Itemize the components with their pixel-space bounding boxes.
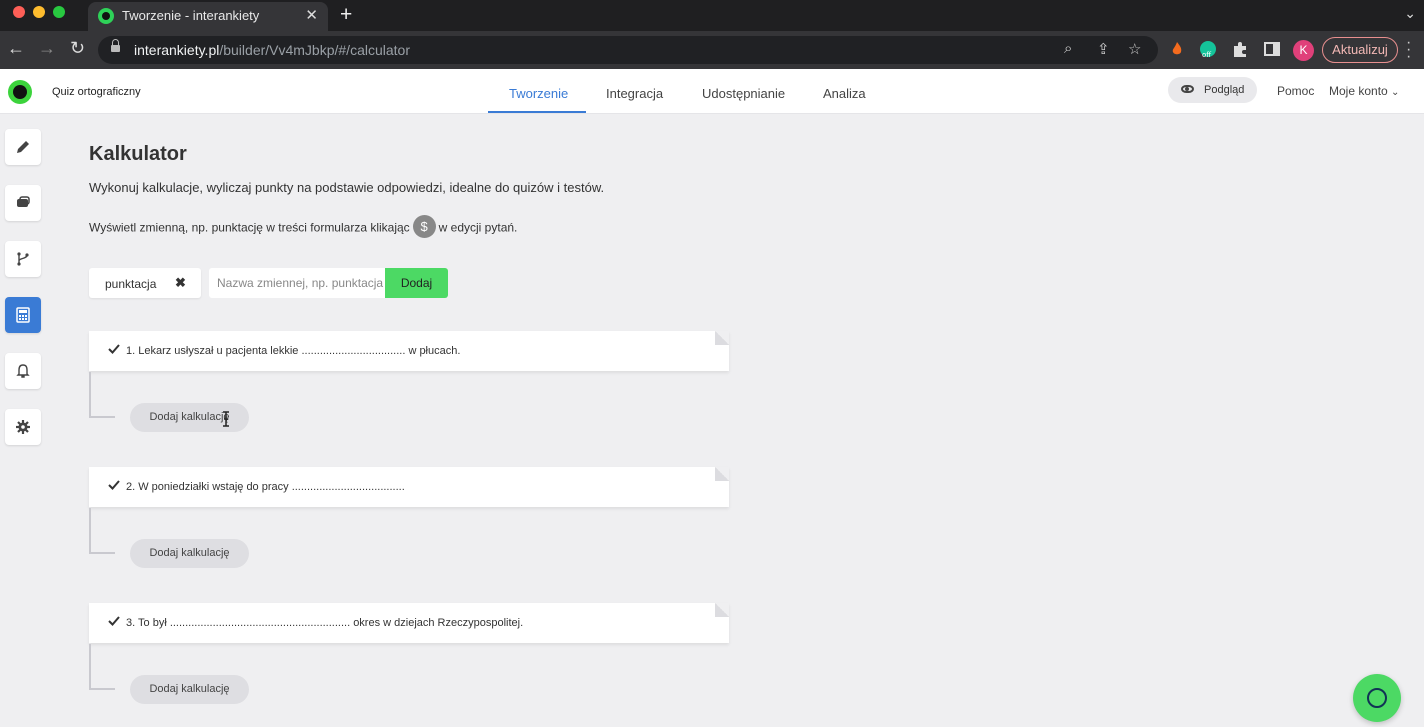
- card-fold-corner: [715, 331, 729, 345]
- tab-favicon-icon: [98, 8, 114, 24]
- question-text: 3. To był ..............................…: [126, 617, 524, 629]
- question-card[interactable]: 1. Lekarz usłyszał u pacjenta lekkie ...…: [89, 331, 729, 371]
- minimize-window-button[interactable]: [33, 6, 45, 18]
- tree-connector: [89, 508, 115, 554]
- extension-grammarly-icon[interactable]: off: [1199, 40, 1217, 58]
- page-title: Kalkulator: [89, 143, 187, 165]
- close-tab-icon[interactable]: ✕: [305, 6, 318, 24]
- gear-icon: [16, 420, 30, 434]
- card-fold-corner: [715, 603, 729, 617]
- card-fold-corner: [715, 467, 729, 481]
- hint-text-after: w edycji pytań.: [438, 220, 518, 235]
- text-cursor-icon: [223, 411, 229, 427]
- app-header: Quiz ortograficzny Tworzenie Integracja …: [0, 69, 1424, 114]
- browser-toolbar: ← → ↻ interankiety.pl/builder/Vv4mJbkp/#…: [0, 31, 1424, 69]
- tree-connector: [89, 372, 115, 418]
- question-card[interactable]: 3. To był ..............................…: [89, 603, 729, 643]
- sidebar-item-messages[interactable]: [5, 185, 41, 221]
- add-variable-button[interactable]: Dodaj: [385, 268, 448, 298]
- new-tab-icon[interactable]: +: [340, 3, 352, 27]
- add-calculation-button[interactable]: Dodaj kalkulację: [130, 539, 249, 568]
- chevron-down-icon: ⌄: [1391, 87, 1400, 98]
- question-text: 2. W poniedziałki wstaję do pracy ......…: [126, 481, 405, 493]
- back-icon[interactable]: ←: [7, 38, 25, 59]
- branch-icon: [17, 252, 29, 266]
- add-calculation-button[interactable]: Dodaj kalkulację: [130, 403, 249, 432]
- address-bar[interactable]: interankiety.pl/builder/Vv4mJbkp/#/calcu…: [98, 36, 1158, 64]
- tree-connector: [89, 644, 115, 690]
- svg-text:off: off: [1202, 51, 1211, 58]
- update-button[interactable]: Aktualizuj: [1322, 37, 1398, 63]
- variable-hint: Wyświetl zmienną, np. punktację w treści…: [89, 215, 518, 238]
- check-icon: [108, 480, 120, 490]
- add-calculation-button[interactable]: Dodaj kalkulację: [130, 675, 249, 704]
- sidebar-item-notifications[interactable]: [5, 353, 41, 389]
- side-panel-icon[interactable]: [1263, 40, 1281, 58]
- reload-icon[interactable]: ↻: [70, 38, 85, 59]
- sidebar-item-edit[interactable]: [5, 129, 41, 165]
- preview-label: Podgląd: [1204, 84, 1245, 96]
- variable-name-input[interactable]: [209, 268, 389, 298]
- url-text: interankiety.pl/builder/Vv4mJbkp/#/calcu…: [134, 42, 410, 58]
- tab-title: Tworzenie - interankiety: [122, 8, 260, 23]
- account-menu[interactable]: Moje konto ⌄: [1329, 84, 1399, 98]
- profile-avatar[interactable]: K: [1293, 40, 1314, 61]
- active-tab-underline: [488, 111, 586, 113]
- close-window-button[interactable]: [13, 6, 25, 18]
- eye-icon: [1181, 85, 1194, 93]
- hint-text-before: Wyświetl zmienną, np. punktację w treści…: [89, 220, 410, 235]
- check-icon: [108, 616, 120, 626]
- tab-analiza[interactable]: Analiza: [823, 86, 866, 101]
- dollar-icon: $: [412, 215, 436, 238]
- sidebar-item-settings[interactable]: [5, 409, 41, 445]
- tab-tworzenie[interactable]: Tworzenie: [509, 86, 568, 101]
- check-icon: [108, 344, 120, 354]
- extension-fire-icon[interactable]: [1168, 40, 1186, 58]
- remove-variable-icon[interactable]: ✖: [175, 275, 186, 291]
- account-label: Moje konto: [1329, 84, 1388, 98]
- page-description: Wykonuj kalkulacje, wyliczaj punkty na p…: [89, 180, 605, 195]
- tab-search-chevron-icon[interactable]: ⌄: [1404, 5, 1416, 22]
- help-link[interactable]: Pomoc: [1277, 84, 1314, 98]
- variable-chip-label: punktacja: [105, 277, 157, 291]
- lock-icon: [111, 39, 120, 54]
- zoom-icon[interactable]: ⌕: [1064, 40, 1072, 57]
- forward-icon[interactable]: →: [38, 38, 56, 59]
- message-icon: [17, 196, 30, 207]
- chat-button[interactable]: [1353, 674, 1401, 722]
- preview-button[interactable]: Podgląd: [1168, 77, 1257, 103]
- bell-icon: [16, 364, 30, 378]
- variable-chip: punktacja ✖: [89, 268, 201, 298]
- maximize-window-button[interactable]: [53, 6, 65, 18]
- calculator-icon: [16, 307, 30, 323]
- browser-menu-icon[interactable]: · · ·: [1406, 35, 1411, 65]
- logo-icon[interactable]: [8, 80, 32, 104]
- extensions-puzzle-icon[interactable]: [1231, 40, 1249, 58]
- browser-tabbar: Tworzenie - interankiety ✕ + ⌄: [0, 0, 1424, 31]
- bookmark-star-icon[interactable]: ☆: [1128, 40, 1141, 58]
- sidebar-item-calculator[interactable]: [5, 297, 41, 333]
- browser-tab[interactable]: Tworzenie - interankiety ✕: [88, 2, 328, 31]
- question-text: 1. Lekarz usłyszał u pacjenta lekkie ...…: [126, 345, 461, 357]
- sidebar-item-logic[interactable]: [5, 241, 41, 277]
- pencil-icon: [17, 141, 29, 153]
- tab-integracja[interactable]: Integracja: [606, 86, 663, 101]
- form-name: Quiz ortograficzny: [52, 86, 141, 98]
- question-card[interactable]: 2. W poniedziałki wstaję do pracy ......…: [89, 467, 729, 507]
- tab-udostepnianie[interactable]: Udostępnianie: [702, 86, 785, 101]
- share-icon[interactable]: ⇪: [1097, 40, 1110, 58]
